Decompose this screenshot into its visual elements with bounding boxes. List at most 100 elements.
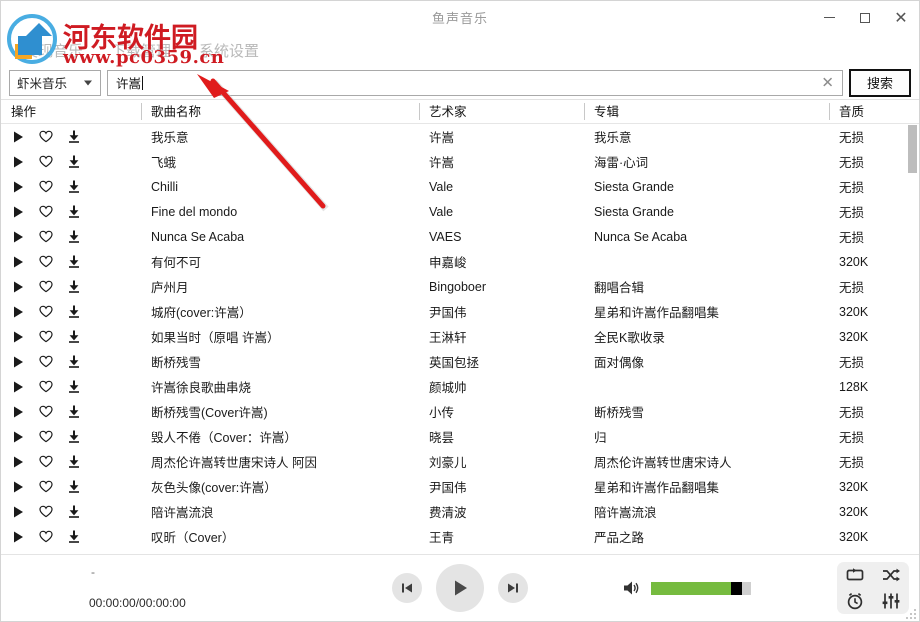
row-favorite-button[interactable] [39,255,53,269]
tab-discover[interactable]: 发现音乐 [9,40,97,61]
table-row[interactable]: ChilliValeSiesta Grande无损 [1,174,919,199]
row-favorite-button[interactable] [39,155,53,169]
table-row[interactable]: 飞蛾许嵩海雷·心词无损 [1,149,919,174]
row-download-button[interactable] [67,430,81,444]
row-album: 严品之路 [584,527,829,546]
table-row[interactable]: 我乐意许嵩我乐意无损 [1,124,919,149]
row-download-button[interactable] [67,305,81,319]
table-row[interactable]: 许嵩徐良歌曲串烧颜城帅128K [1,374,919,399]
row-play-button[interactable] [11,305,25,319]
row-play-button[interactable] [11,330,25,344]
row-play-button[interactable] [11,205,25,219]
row-download-icon [68,355,80,368]
table-row[interactable]: 陪许嵩流浪费清波陪许嵩流浪320K [1,499,919,524]
row-download-button[interactable] [67,230,81,244]
tab-downloads[interactable]: 下载管理 [97,40,185,61]
row-play-button[interactable] [11,355,25,369]
table-row[interactable]: 断桥残雪英国包拯面对偶像无损 [1,349,919,374]
row-download-button[interactable] [67,355,81,369]
previous-button[interactable] [392,573,422,603]
row-play-button[interactable] [11,155,25,169]
table-row[interactable]: 断桥残雪(Cover许嵩)小传断桥残雪无损 [1,399,919,424]
table-row[interactable]: 城府(cover:许嵩）尹国伟星弟和许嵩作品翻唱集320K [1,299,919,324]
maximize-button[interactable] [847,1,883,34]
resize-grip[interactable] [904,607,916,619]
row-favorite-button[interactable] [39,330,53,344]
table-row[interactable]: 庐州月Bingoboer翻唱合辑无损 [1,274,919,299]
row-favorite-button[interactable] [39,130,53,144]
row-download-button[interactable] [67,130,81,144]
row-favorite-button[interactable] [39,180,53,194]
row-favorite-button[interactable] [39,405,53,419]
scrollbar-thumb[interactable] [908,125,917,173]
row-download-button[interactable] [67,405,81,419]
row-download-button[interactable] [67,530,81,544]
row-download-button[interactable] [67,280,81,294]
row-play-button[interactable] [11,255,25,269]
play-button[interactable] [436,564,484,612]
table-row[interactable]: 毁人不倦（Cover：许嵩）晓昙归无损 [1,424,919,449]
row-download-button[interactable] [67,330,81,344]
vertical-scrollbar[interactable] [908,125,917,535]
shuffle-button[interactable] [881,567,901,583]
table-row[interactable]: 周杰伦许嵩转世唐宋诗人 阿因刘豪儿周杰伦许嵩转世唐宋诗人无损 [1,449,919,474]
row-favorite-button[interactable] [39,280,53,294]
row-play-button[interactable] [11,405,25,419]
table-row[interactable]: Fine del mondoValeSiesta Grande无损 [1,199,919,224]
volume-handle[interactable] [731,582,742,595]
row-play-button[interactable] [11,480,25,494]
clear-icon[interactable]: ✕ [821,75,834,90]
row-favorite-icon [39,180,53,193]
row-download-button[interactable] [67,255,81,269]
row-favorite-button[interactable] [39,430,53,444]
minimize-button[interactable] [811,1,847,34]
next-button[interactable] [498,573,528,603]
row-download-button[interactable] [67,380,81,394]
row-favorite-button[interactable] [39,230,53,244]
table-row[interactable]: 有何不可申嘉峻320K [1,249,919,274]
row-favorite-button[interactable] [39,305,53,319]
row-favorite-button[interactable] [39,205,53,219]
music-source-select[interactable]: 虾米音乐 [9,70,101,96]
row-favorite-button[interactable] [39,505,53,519]
row-download-button[interactable] [67,455,81,469]
row-operations [1,130,141,144]
repeat-button[interactable] [845,567,865,583]
equalizer-button[interactable] [881,592,901,610]
row-play-button[interactable] [11,505,25,519]
row-favorite-button[interactable] [39,530,53,544]
row-play-icon [13,456,24,468]
row-play-button[interactable] [11,180,25,194]
row-download-button[interactable] [67,155,81,169]
row-favorite-button[interactable] [39,355,53,369]
timer-button[interactable] [845,592,865,610]
row-play-button[interactable] [11,380,25,394]
row-play-button[interactable] [11,280,25,294]
row-play-button[interactable] [11,130,25,144]
search-button[interactable]: 搜索 [849,69,911,97]
shuffle-icon [881,567,901,583]
row-play-button[interactable] [11,230,25,244]
row-play-button[interactable] [11,430,25,444]
volume-slider[interactable] [651,582,751,595]
row-download-button[interactable] [67,205,81,219]
row-favorite-button[interactable] [39,455,53,469]
row-download-button[interactable] [67,180,81,194]
table-row[interactable]: 叹昕（Cover）王青严品之路320K [1,524,919,549]
row-download-button[interactable] [67,505,81,519]
row-play-button[interactable] [11,455,25,469]
row-favorite-icon [39,305,53,318]
row-favorite-button[interactable] [39,380,53,394]
close-button[interactable]: ✕ [883,1,919,34]
row-favorite-button[interactable] [39,480,53,494]
tab-settings[interactable]: 系统设置 [185,40,273,61]
row-download-button[interactable] [67,480,81,494]
search-input[interactable]: 许嵩 ✕ [107,70,843,96]
row-song-name: 周杰伦许嵩转世唐宋诗人 阿因 [141,452,419,471]
table-row[interactable]: Nunca Se AcabaVAESNunca Se Acaba无损 [1,224,919,249]
volume-control[interactable] [623,580,751,596]
table-row[interactable]: 灰色头像(cover:许嵩）尹国伟星弟和许嵩作品翻唱集320K [1,474,919,499]
row-quality: 无损 [829,177,905,196]
row-play-button[interactable] [11,530,25,544]
table-row[interactable]: 如果当时（原唱 许嵩）王淋轩全民K歌收录320K [1,324,919,349]
